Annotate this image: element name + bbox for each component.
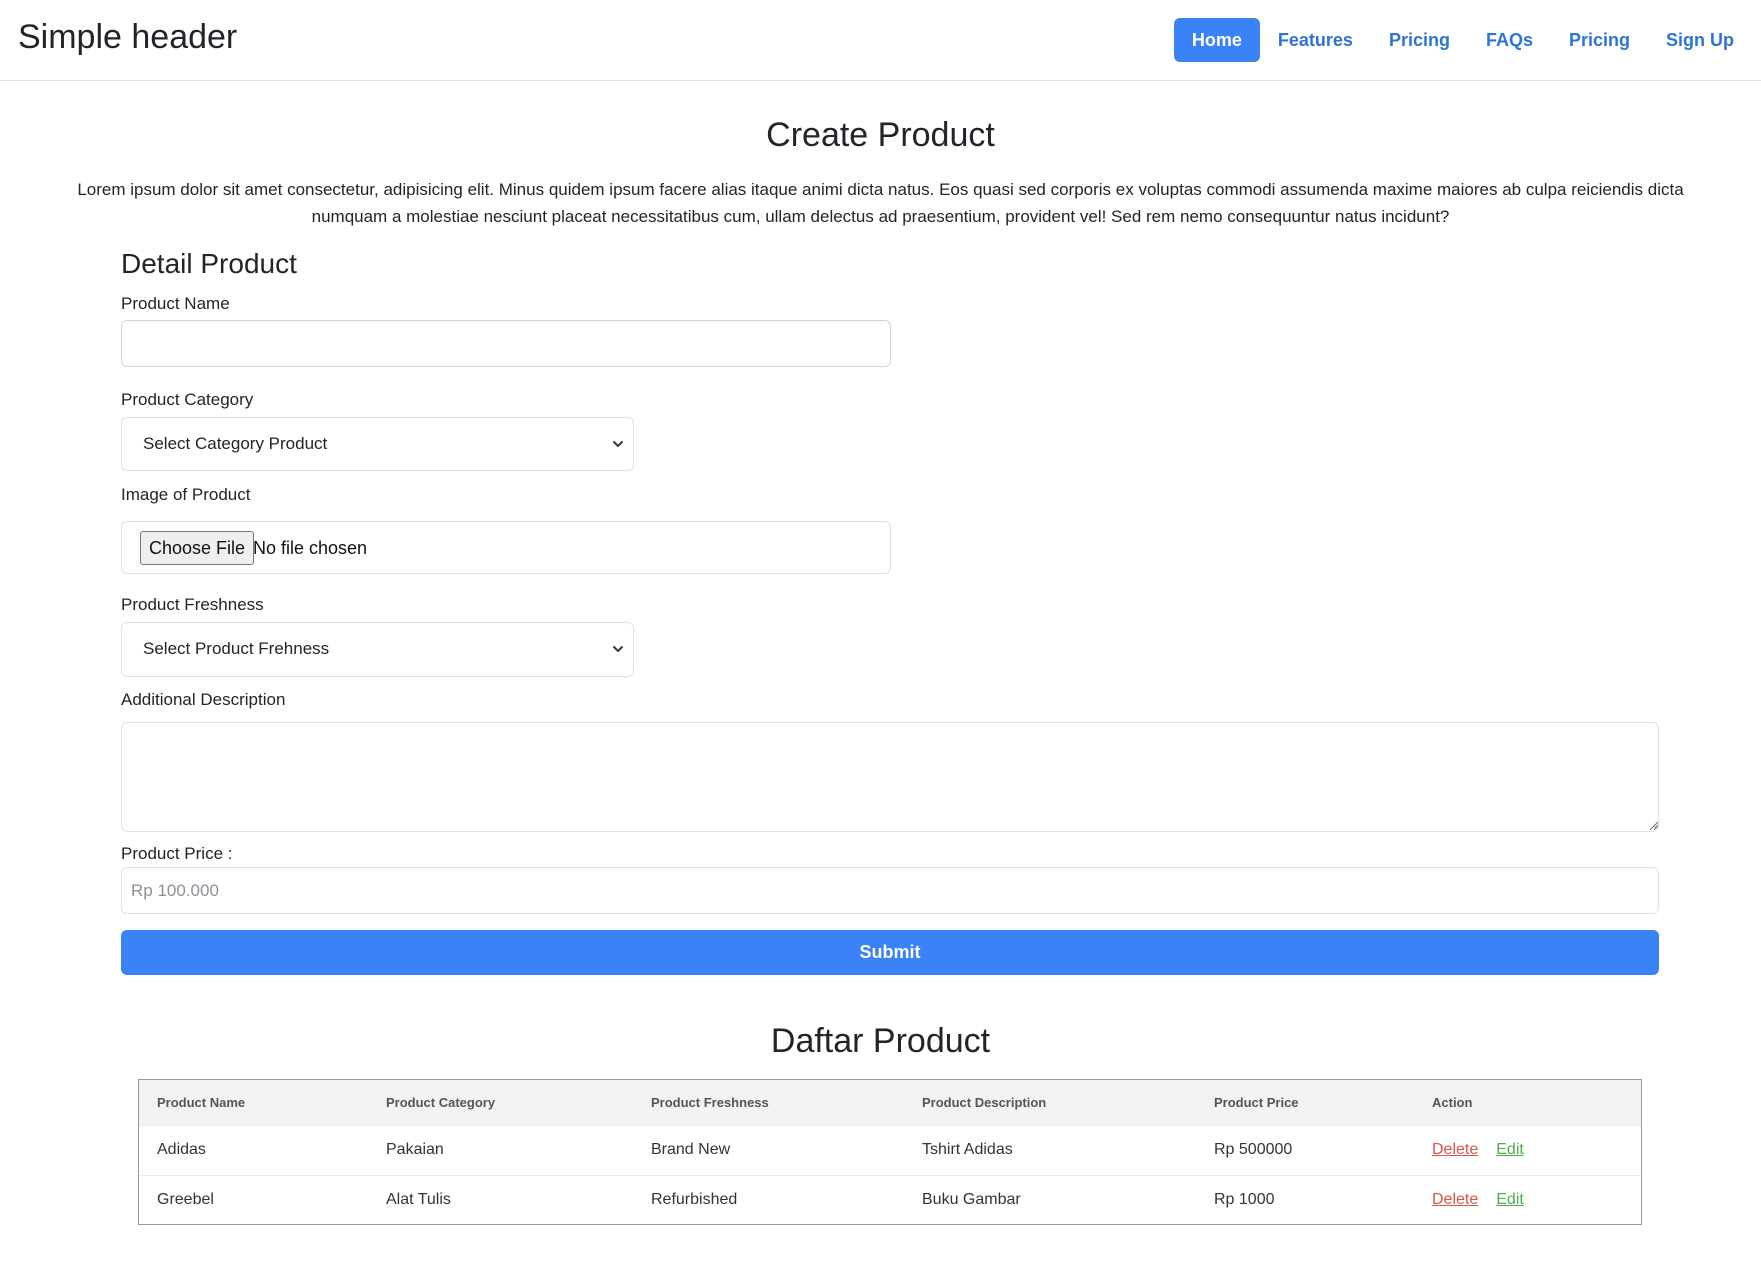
submit-button[interactable]: Submit xyxy=(121,930,1659,975)
price-label: Product Price : xyxy=(121,844,233,863)
column-header-action: Action xyxy=(1414,1080,1641,1125)
column-header-category: Product Category xyxy=(368,1080,633,1125)
product-freshness-select[interactable]: Select Product Frehness xyxy=(121,622,634,677)
price-input[interactable] xyxy=(121,867,1659,914)
edit-link[interactable]: Edit xyxy=(1496,1141,1524,1158)
nav-home[interactable]: Home xyxy=(1173,18,1260,62)
file-status: No file chosen xyxy=(253,538,368,558)
cell-freshness: Refurbished xyxy=(633,1174,904,1225)
description-textarea[interactable] xyxy=(121,722,1659,832)
chevron-down-icon xyxy=(613,441,623,447)
nav-sign-up[interactable]: Sign Up xyxy=(1648,18,1752,62)
product-category-select[interactable]: Select Category Product xyxy=(121,417,634,471)
edit-link[interactable]: Edit xyxy=(1496,1191,1524,1208)
main-nav: Home Features Pricing FAQs Pricing Sign … xyxy=(1173,18,1752,62)
cell-category: Pakaian xyxy=(368,1124,633,1175)
intro-text: Lorem ipsum dolor sit amet consectetur, … xyxy=(77,180,1684,226)
chevron-down-icon xyxy=(613,646,623,652)
nav-features[interactable]: Features xyxy=(1260,18,1371,62)
cell-freshness: Brand New xyxy=(633,1124,904,1175)
cell-name: Greebel xyxy=(139,1174,368,1225)
cell-price: Rp 1000 xyxy=(1196,1174,1414,1225)
product-freshness-value: Select Product Frehness xyxy=(143,639,330,658)
resize-handle-icon[interactable] xyxy=(1649,819,1659,829)
form-heading: Detail Product xyxy=(121,248,297,279)
cell-description: Tshirt Adidas xyxy=(904,1124,1196,1175)
column-header-freshness: Product Freshness xyxy=(633,1080,904,1125)
brand-title[interactable]: Simple header xyxy=(18,18,237,57)
product-category-value: Select Category Product xyxy=(143,434,328,453)
table-header-row: Product Name Product Category Product Fr… xyxy=(139,1080,1641,1125)
page-title: Create Product xyxy=(766,116,995,154)
table-title: Daftar Product xyxy=(770,1022,991,1060)
nav-faqs[interactable]: FAQs xyxy=(1468,18,1551,62)
cell-category: Alat Tulis xyxy=(368,1174,633,1225)
product-table: Product Name Product Category Product Fr… xyxy=(138,1079,1642,1225)
nav-pricing-2[interactable]: Pricing xyxy=(1551,18,1648,62)
site-header: Simple header Home Features Pricing FAQs… xyxy=(0,0,1761,81)
product-name-input[interactable] xyxy=(121,320,891,367)
image-file-input[interactable]: Choose File No file chosen xyxy=(121,521,891,574)
product-freshness-label: Product Freshness xyxy=(121,595,264,614)
cell-name: Adidas xyxy=(139,1124,368,1175)
nav-pricing[interactable]: Pricing xyxy=(1371,18,1468,62)
cell-price: Rp 500000 xyxy=(1196,1124,1414,1175)
cell-action: Delete Edit xyxy=(1414,1124,1641,1175)
delete-link[interactable]: Delete xyxy=(1432,1141,1478,1158)
cell-action: Delete Edit xyxy=(1414,1174,1641,1225)
product-name-label: Product Name xyxy=(121,294,230,313)
choose-file-button[interactable]: Choose File xyxy=(140,531,255,565)
table-row: Greebel Alat Tulis Refurbished Buku Gamb… xyxy=(139,1174,1641,1225)
image-label: Image of Product xyxy=(121,485,251,504)
description-label: Additional Description xyxy=(121,690,286,709)
table-row: Adidas Pakaian Brand New Tshirt Adidas R… xyxy=(139,1124,1641,1175)
column-header-name: Product Name xyxy=(139,1080,368,1125)
column-header-price: Product Price xyxy=(1196,1080,1414,1125)
delete-link[interactable]: Delete xyxy=(1432,1191,1478,1208)
column-header-description: Product Description xyxy=(904,1080,1196,1125)
product-category-label: Product Category xyxy=(121,390,254,409)
cell-description: Buku Gambar xyxy=(904,1174,1196,1225)
